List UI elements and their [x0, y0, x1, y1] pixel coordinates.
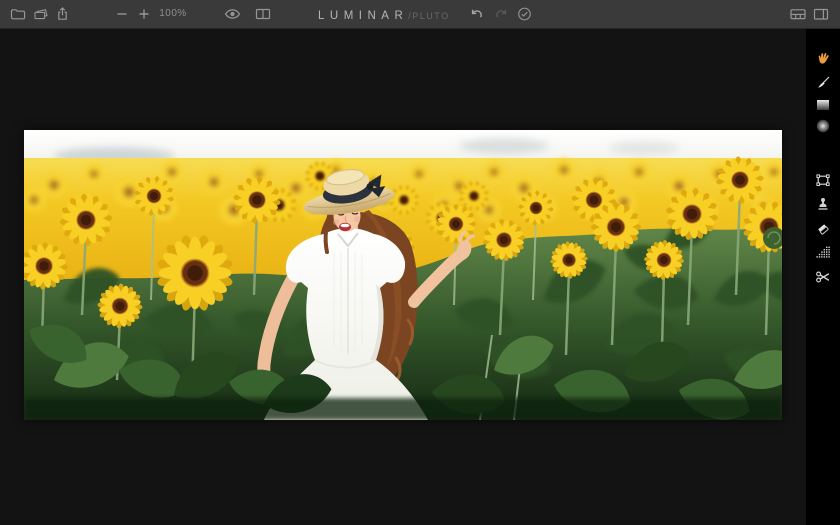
dither-mask-tool-button[interactable] — [806, 241, 840, 263]
apply-edits-button[interactable] — [512, 0, 536, 28]
scissors-icon — [815, 269, 831, 285]
compare-button[interactable] — [251, 0, 275, 28]
filmstrip-icon — [789, 6, 807, 22]
redo-icon — [493, 6, 510, 22]
radial-mask-tool-button[interactable] — [806, 115, 840, 137]
eraser-tool-button[interactable] — [806, 218, 840, 240]
undo-icon — [468, 6, 485, 22]
share-button[interactable] — [51, 0, 75, 28]
eraser-icon — [815, 221, 831, 237]
redo-button[interactable] — [489, 0, 513, 28]
brush-icon — [815, 75, 831, 91]
hand-tool-button[interactable] — [806, 47, 840, 69]
gradient-mask-tool-button[interactable] — [806, 94, 840, 116]
hand-icon — [815, 50, 832, 67]
transform-frame-icon — [815, 172, 831, 188]
zoom-level[interactable]: 100% — [154, 0, 192, 28]
folder-icon — [9, 6, 27, 22]
radial-gradient-icon — [815, 118, 831, 134]
brush-tool-button[interactable] — [806, 72, 840, 94]
zoom-in-button[interactable] — [132, 0, 156, 28]
zoom-in-icon — [137, 7, 151, 21]
brand-name: LUMINAR — [318, 10, 408, 22]
editor-canvas[interactable] — [0, 28, 806, 525]
zoom-out-button[interactable] — [110, 0, 134, 28]
share-icon — [54, 6, 72, 22]
scissors-crop-tool-button[interactable] — [806, 266, 840, 288]
open-file-button[interactable] — [6, 0, 30, 28]
side-panel-icon — [812, 6, 830, 22]
clone-stamp-tool-button[interactable] — [806, 193, 840, 215]
side-panel-toggle-button[interactable] — [809, 0, 833, 28]
zoom-out-icon — [115, 7, 129, 21]
app-title: LUMINAR/PLUTO — [318, 0, 450, 28]
preview-toggle-button[interactable] — [220, 0, 244, 28]
photo-sunflower-field[interactable] — [24, 130, 782, 420]
photo-library-button[interactable] — [29, 0, 53, 28]
transform-tool-button[interactable] — [806, 169, 840, 191]
clone-stamp-icon — [815, 196, 831, 212]
filmstrip-toggle-button[interactable] — [786, 0, 810, 28]
dither-pattern-icon — [815, 244, 831, 260]
photo-stack-icon — [32, 6, 50, 22]
undo-button[interactable] — [464, 0, 488, 28]
brand-suffix: /PLUTO — [408, 11, 449, 21]
top-toolbar: 100% LUMINAR/PLUTO — [0, 0, 840, 29]
preview-eye-icon — [223, 6, 242, 22]
compare-split-icon — [254, 6, 272, 22]
edits-check-icon — [516, 6, 533, 22]
linear-gradient-icon — [815, 97, 831, 113]
